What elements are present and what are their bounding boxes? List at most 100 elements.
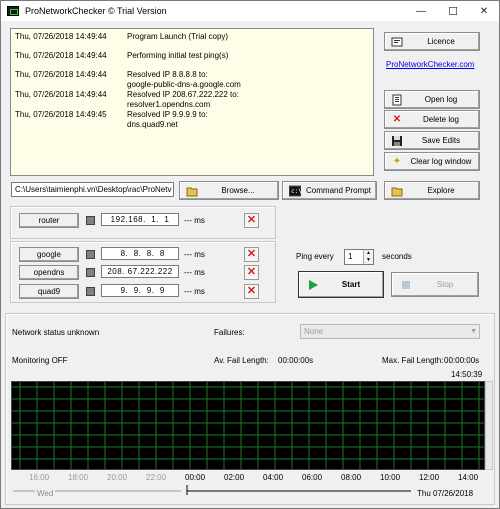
remove-host-button[interactable]: ✕ — [244, 265, 259, 280]
log-timestamp: Thu, 07/26/2018 14:49:44 — [15, 70, 107, 79]
log-entry: Thu, 07/26/2018 14:49:44 Resolved IP 8.8.… — [15, 70, 369, 90]
time-tick-label: 12:00 — [419, 473, 440, 482]
licence-label: Licence — [427, 37, 455, 46]
explore-button[interactable]: Explore — [384, 181, 480, 200]
folder-icon — [391, 185, 403, 197]
failures-dropdown[interactable]: None ▼ — [300, 324, 480, 339]
ip-field-quad9[interactable]: 9. 9. 9. 9 — [101, 284, 179, 297]
log-entry: Thu, 07/26/2018 14:49:44 Resolved IP 208.… — [15, 90, 369, 110]
graph-scrollbar[interactable] — [485, 381, 493, 470]
licence-button[interactable]: Licence — [384, 32, 480, 51]
time-tick-label: 10:00 — [380, 473, 401, 482]
remove-host-button[interactable]: ✕ — [244, 284, 259, 299]
time-tick-label: 00:00 — [185, 473, 206, 482]
seconds-label: seconds — [382, 252, 412, 261]
command-prompt-button[interactable]: c:\ Command Prompt — [282, 181, 377, 200]
time-tick-label: 18:00 — [68, 473, 89, 482]
status-indicator — [86, 250, 95, 259]
ping-every-label: Ping every — [296, 252, 334, 261]
ip-field-google[interactable]: 8. 8. 8. 8 — [101, 247, 179, 260]
latency-quad9: --- ms — [184, 287, 205, 296]
host-button-router[interactable]: router — [19, 213, 79, 228]
monitoring-status: Monitoring OFF — [12, 356, 68, 365]
delete-log-button[interactable]: ✕ Delete log — [384, 110, 480, 129]
ip-field-router[interactable]: 192.168. 1. 1 — [101, 213, 179, 226]
window-title: ProNetworkChecker © Trial Version — [25, 6, 167, 16]
log-message: Resolved IP 8.8.8.8 to: google-public-dn… — [127, 70, 241, 89]
log-message: Resolved IP 208.67.222.222 to: resolver1… — [127, 90, 239, 109]
max-fail-label: Max. Fail Length: — [382, 356, 444, 365]
status-indicator — [86, 287, 95, 296]
log-path-field[interactable]: C:\Users\taimienphi.vn\Desktop\rac\ProNe… — [11, 182, 174, 197]
host-button-quad9[interactable]: quad9 — [19, 284, 79, 299]
start-label: Start — [341, 280, 361, 289]
time-tick-label: 06:00 — [302, 473, 323, 482]
max-fail-value: 00:00:00s — [444, 356, 480, 365]
remove-host-button[interactable]: ✕ — [244, 247, 259, 262]
time-tick-label: 14:00 — [458, 473, 479, 482]
current-time: 14:50:39 — [451, 370, 483, 379]
log-entry: Thu, 07/26/2018 14:49:44 Performing initi… — [15, 51, 369, 61]
save-disk-icon — [391, 135, 403, 147]
log-message: Program Launch (Trial copy) — [127, 32, 229, 41]
save-edits-label: Save Edits — [421, 136, 461, 145]
chevron-down-icon: ▼ — [470, 328, 477, 335]
app-icon — [7, 6, 19, 16]
time-tick-label: 02:00 — [224, 473, 245, 482]
graph-grid — [12, 382, 484, 469]
time-tick-label: 08:00 — [341, 473, 362, 482]
status-indicator — [86, 216, 95, 225]
minimize-button[interactable]: — — [406, 1, 436, 21]
failures-label: Failures: — [214, 328, 245, 337]
open-log-button[interactable]: Open log — [384, 90, 480, 109]
time-tick-label: 20:00 — [107, 473, 128, 482]
spinner-arrows-icon[interactable]: ▲ ▼ — [363, 250, 373, 264]
log-message: Resolved IP 9.9.9.9 to: dns.quad9.net — [127, 110, 208, 129]
day-label: Thu 07/26/2018 — [415, 489, 476, 498]
log-entry: Thu, 07/26/2018 14:49:45 Resolved IP 9.9.… — [15, 110, 369, 130]
log-window[interactable]: Thu, 07/26/2018 14:49:44 Program Launch (… — [10, 28, 374, 176]
log-timestamp: Thu, 07/26/2018 14:49:44 — [15, 32, 107, 41]
clear-log-button[interactable]: ✦ Clear log window — [384, 152, 480, 171]
terminal-icon: c:\ — [288, 185, 302, 197]
ping-interval-spinner[interactable]: 1 ▲ ▼ — [344, 249, 374, 265]
licence-icon — [391, 36, 403, 48]
remove-host-button[interactable]: ✕ — [244, 213, 259, 228]
close-button[interactable]: ✕ — [469, 1, 499, 21]
host-button-google[interactable]: google — [19, 247, 79, 262]
browse-button[interactable]: Browse... — [179, 181, 279, 200]
svg-text:c:\: c:\ — [291, 188, 301, 195]
ip-field-opendns[interactable]: 208. 67.222.222 — [101, 265, 179, 278]
stop-label: Stop — [436, 280, 454, 289]
log-message: Performing initial test ping(s) — [127, 51, 229, 60]
command-prompt-label: Command Prompt — [306, 186, 371, 195]
maximize-button[interactable]: ☐ — [438, 1, 468, 21]
folder-icon — [186, 185, 198, 197]
start-button[interactable]: Start — [298, 271, 384, 298]
time-tick-label: 22:00 — [146, 473, 167, 482]
latency-opendns: --- ms — [184, 268, 205, 277]
play-icon — [307, 279, 319, 291]
prev-day-label: Wed — [35, 489, 56, 498]
delete-x-icon: ✕ — [392, 113, 402, 125]
time-tick-label: 16:00 — [29, 473, 50, 482]
latency-google: --- ms — [184, 250, 205, 259]
clear-sparkle-icon: ✦ — [392, 155, 402, 167]
ping-interval-value: 1 — [348, 252, 353, 261]
title-bar: ProNetworkChecker © Trial Version — ☐ ✕ — [1, 1, 499, 21]
save-edits-button[interactable]: Save Edits — [384, 131, 480, 150]
log-timestamp: Thu, 07/26/2018 14:49:44 — [15, 90, 107, 99]
monitoring-graph — [11, 381, 485, 470]
website-link[interactable]: ProNetworkChecker.com — [386, 60, 474, 69]
browse-label: Browse... — [221, 186, 255, 195]
log-timestamp: Thu, 07/26/2018 14:49:45 — [15, 110, 107, 119]
stop-icon — [400, 279, 412, 291]
log-timestamp: Thu, 07/26/2018 14:49:44 — [15, 51, 107, 60]
network-status: Network status unknown — [12, 328, 100, 337]
failures-value: None — [304, 327, 324, 336]
host-button-opendns[interactable]: opendns — [19, 265, 79, 280]
app-window: ProNetworkChecker © Trial Version — ☐ ✕ … — [0, 0, 500, 509]
clear-log-label: Clear log window — [410, 157, 472, 166]
open-log-icon — [391, 94, 403, 106]
stop-button[interactable]: Stop — [391, 272, 479, 297]
